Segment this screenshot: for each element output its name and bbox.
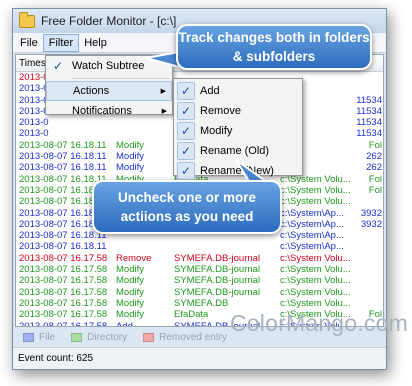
callout-bottom: Uncheck one or more actiions as you need (92, 180, 282, 234)
callout-top: Track changes both in folders & subfolde… (176, 24, 372, 70)
